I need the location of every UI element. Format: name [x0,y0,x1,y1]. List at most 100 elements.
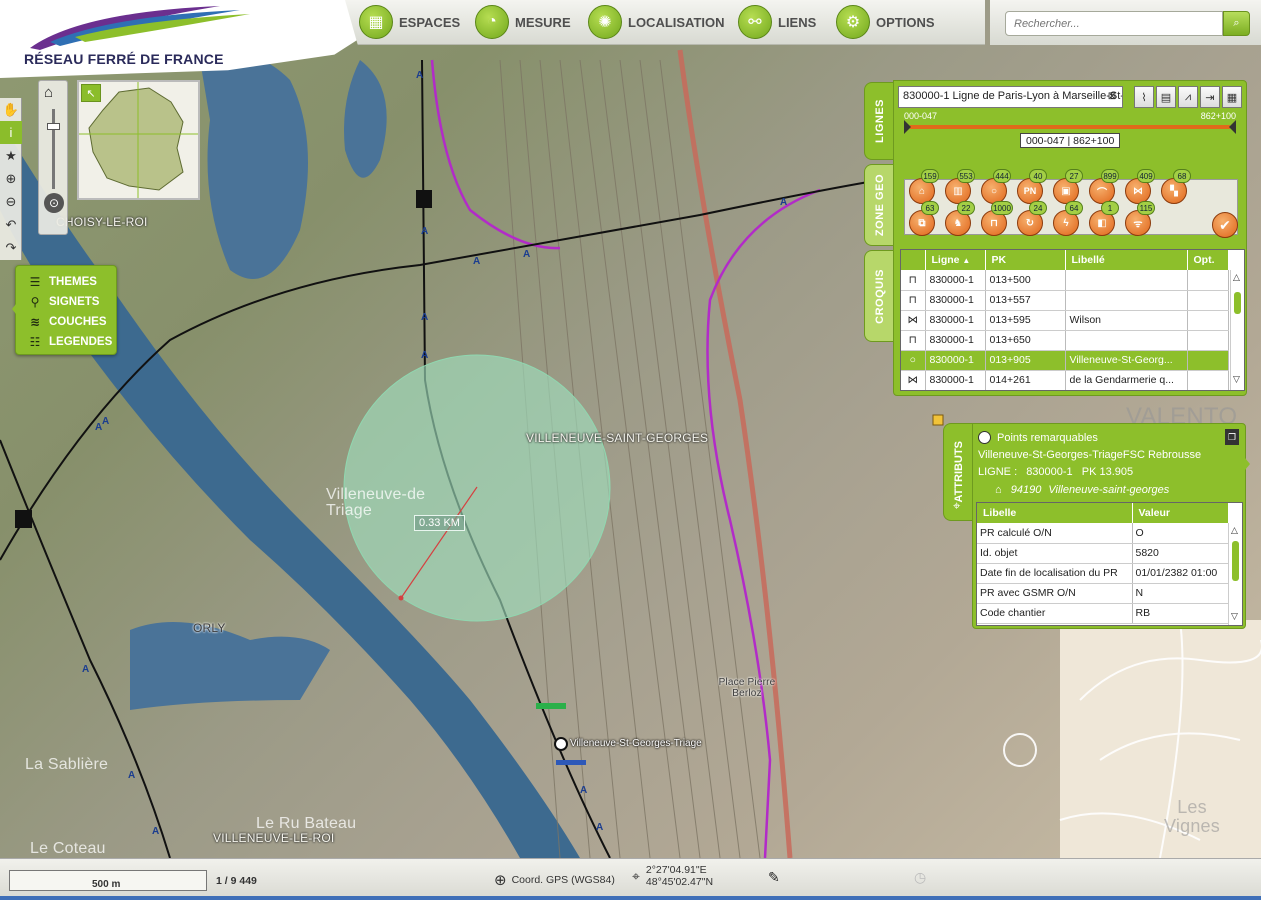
pin-icon: ⚲ [30,295,40,309]
table-row[interactable]: Date fin de localisation du PR 01/01/2382… [977,563,1229,584]
attr-commune-row: ⌂ 94190 Villeneuve-saint-georges [995,484,1169,496]
zoom-in-icon[interactable]: ⊕ [0,167,22,190]
scroll-down-icon[interactable]: ▽ [1233,374,1240,385]
table-row[interactable]: ⊓ 830000-1 013+650 [901,330,1229,351]
pk-slider[interactable]: 000-047 862+100 000-047 | 862+100 [900,111,1240,148]
nav-espaces[interactable]: ▦ ESPACES [359,4,460,40]
table-row[interactable]: ⋈ 830000-1 013+595 Wilson [901,310,1229,331]
svg-text:A: A [523,249,530,260]
scroll-thumb[interactable] [1232,541,1239,581]
lightning-icon: ϟ [1063,217,1069,229]
svg-text:A: A [152,826,159,837]
line-select[interactable]: 830000-1 Ligne de Paris-Lyon à Marseille… [898,86,1123,108]
bridge-icon: ⌒ [1097,187,1107,199]
nav-mesure[interactable]: ◔ MESURE [475,4,571,40]
station-symbol [554,737,568,751]
nav-liens[interactable]: ⚯ LIENS [738,4,816,40]
scroll-up-icon[interactable]: △ [1231,525,1238,536]
minimap-toggle-icon[interactable]: ↖ [81,84,101,102]
tab-label: CROQUIS [873,268,886,324]
attr-table-scrollbar[interactable]: △ ▽ [1228,523,1242,625]
rff-logo-swoosh-icon [30,6,250,50]
document-icon[interactable]: ▤ [1156,86,1176,108]
menu-signets[interactable]: ⚲ SIGNETS [28,292,116,312]
col-ligne[interactable]: Ligne ▲ [925,250,986,270]
cell-pk: 013+595 [985,310,1066,331]
tab-zone-geo[interactable]: ZONE GEO [864,164,894,246]
cell-libelle: Date fin de localisation du PR [977,563,1133,584]
svg-text:A: A [82,664,89,675]
turntable-icon: ↻ [1025,217,1035,229]
star-icon[interactable]: ★ [0,144,22,167]
lines-panel-body: 830000-1 Ligne de Paris-Lyon à Marseille… [893,80,1247,396]
poi-apply-button[interactable]: ✔ [1212,212,1238,238]
zoom-slider-track[interactable] [52,109,55,189]
table-row[interactable]: Code chantier RB [977,603,1229,624]
link-icon: ⚯ [738,5,772,39]
table-row[interactable]: PR calculé O/N O [977,523,1229,544]
globe-icon[interactable]: ⊙ [44,193,64,213]
tab-lignes[interactable]: LIGNES [864,82,894,160]
brush-icon[interactable]: ✎ [768,869,780,886]
table-row[interactable]: ⋈ 830000-1 014+261 de la Gendarmerie q..… [901,370,1229,390]
map-label-orly: ORLY [193,621,226,635]
chart-icon[interactable]: ⩘ [1178,86,1198,108]
tab-croquis[interactable]: CROQUIS [864,250,894,342]
menu-legendes[interactable]: ☷ LEGENDES [28,332,116,352]
line-select-value: 830000-1 Ligne de Paris-Lyon à Marseille… [903,90,1122,102]
col-libelle[interactable]: Libellé [1065,250,1188,270]
redo-icon[interactable]: ↷ [0,236,22,259]
export-icon[interactable]: ⇥ [1200,86,1220,108]
globe-icon: ⊕ [494,872,507,889]
pk-range-bar[interactable] [904,120,1236,134]
cell-valeur: RB [1132,603,1229,624]
table-row[interactable]: PR avec GSMR O/N N [977,583,1229,604]
search-input[interactable] [1005,11,1223,36]
svg-text:A: A [596,822,603,833]
table-row[interactable]: ⊓ 830000-1 013+557 [901,290,1229,311]
theme-menu: ☰ THEMES ⚲ SIGNETS ≋ COUCHES ☷ LEGENDES [12,265,117,355]
home-icon[interactable]: ⌂ [44,84,53,101]
attr-type-row: Points remarquables [978,431,1098,444]
info-icon[interactable]: i [0,121,22,144]
table-row[interactable]: Id. objet 5820 [977,543,1229,564]
cell-opt [1187,350,1229,371]
clock-icon[interactable]: ◷ [914,869,926,886]
cell-libelle: de la Gendarmerie q... [1065,370,1188,390]
col-opt[interactable]: Opt. [1187,250,1229,270]
overview-minimap[interactable]: ↖ [77,80,200,200]
crosshair-icon[interactable]: ⌖ [953,498,960,514]
map-residential-area [1060,620,1261,858]
attr-ligne-label: LIGNE : [978,466,1018,478]
zoom-slider-handle[interactable] [47,123,60,130]
clear-icon[interactable]: ⊠ [1105,90,1119,104]
menu-couches[interactable]: ≋ COUCHES [28,312,116,332]
nav-localisation[interactable]: ✺ LOCALISATION [588,4,725,40]
undo-icon[interactable]: ↶ [0,213,22,236]
attr-line-row: LIGNE : 830000-1 PK 13.905 [978,466,1133,478]
sort-asc-icon: ▲ [962,256,971,265]
scroll-thumb[interactable] [1234,292,1241,314]
table-scrollbar[interactable]: △ ▽ [1230,270,1244,390]
scroll-down-icon[interactable]: ▽ [1231,611,1238,622]
scroll-up-icon[interactable]: △ [1233,272,1240,283]
copy-icon[interactable]: ❐ [1225,429,1239,445]
table-icon[interactable]: ▦ [1222,86,1242,108]
col-pk[interactable]: PK [985,250,1066,270]
col-valeur[interactable]: Valeur [1132,503,1229,523]
cell-ligne: 830000-1 [925,290,986,311]
check-icon: ✔ [1219,216,1231,233]
nav-options[interactable]: ⚙ OPTIONS [836,4,935,40]
coord-system[interactable]: ⊕ Coord. GPS (WGS84) [494,871,615,889]
search-button[interactable]: ⌕ [1223,11,1250,36]
col-libelle[interactable]: Libelle [977,503,1133,523]
zoom-out-icon[interactable]: ⊖ [0,190,22,213]
hand-icon[interactable]: ✋ [0,98,22,121]
nav-label: LOCALISATION [628,14,725,30]
poi-count: 1000 [991,201,1013,215]
cell-pk: 013+557 [985,290,1066,311]
menu-themes[interactable]: ☰ THEMES [28,272,116,292]
table-row[interactable]: ⊓ 830000-1 013+500 [901,270,1229,291]
profile-icon[interactable]: ⌇ [1134,86,1154,108]
table-row-selected[interactable]: ○ 830000-1 013+905 Villeneuve-St-Georg..… [901,350,1229,371]
